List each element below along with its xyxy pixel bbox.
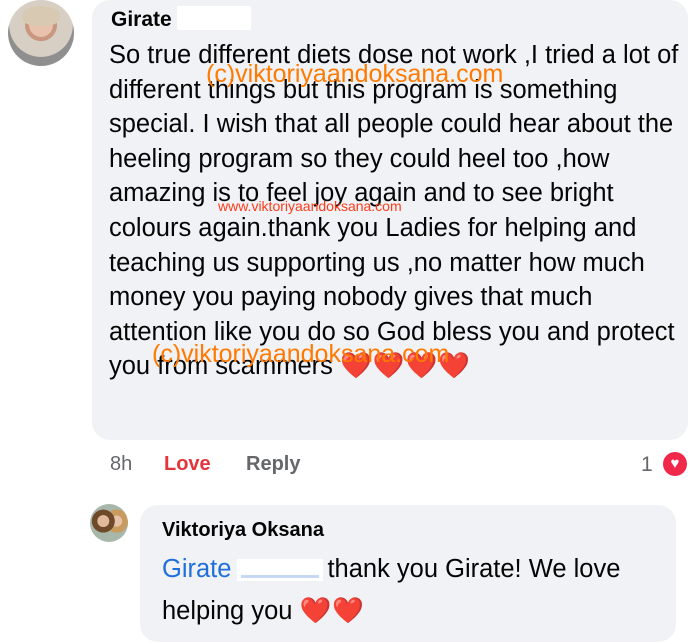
reply-button[interactable]: Reply: [246, 453, 300, 476]
redacted-surname: [177, 6, 251, 30]
comment-text: So true different diets dose not work ,I…: [109, 41, 679, 381]
commenter-avatar[interactable]: [8, 0, 74, 66]
heart-emoji-icons: ❤️❤️: [299, 597, 366, 625]
comment-timestamp[interactable]: 8h: [110, 453, 132, 476]
reply-author-avatar[interactable]: [90, 504, 128, 542]
mention-link[interactable]: Girate: [162, 555, 231, 583]
heart-emoji-icons: ❤️❤️❤️❤️: [339, 352, 471, 381]
redacted-mention-surname: [237, 559, 324, 582]
heart-icon[interactable]: ♥: [663, 452, 687, 476]
love-reaction-button[interactable]: Love: [164, 453, 211, 476]
reply-author[interactable]: Viktoriya Oksana: [162, 519, 324, 542]
reaction-count[interactable]: 1: [641, 453, 653, 477]
reply-text: Girate thank you Girate! We love helping …: [162, 555, 621, 625]
comment-author[interactable]: Girate: [111, 8, 172, 32]
